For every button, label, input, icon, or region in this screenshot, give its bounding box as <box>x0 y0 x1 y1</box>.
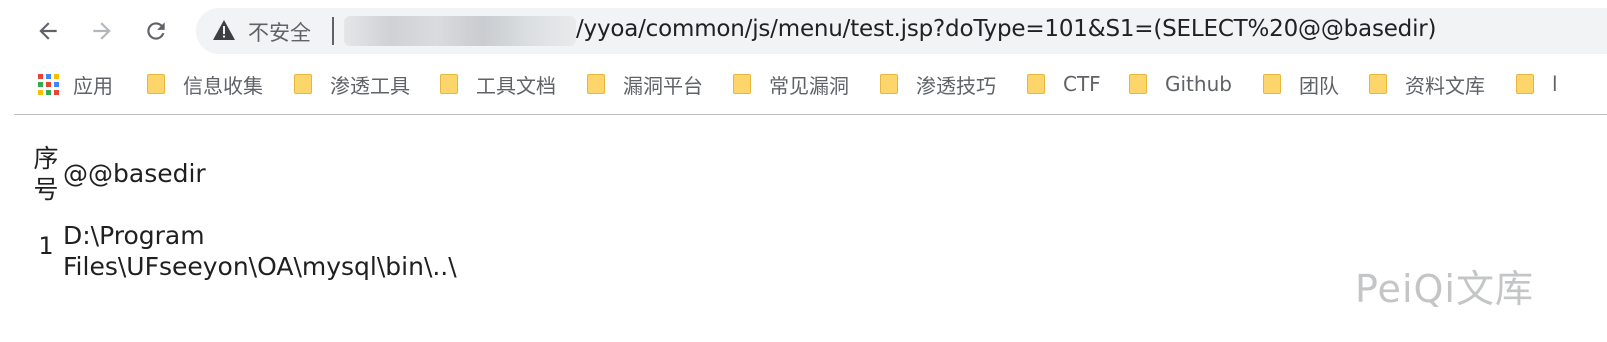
bookmark-folder[interactable]: 信息收集 <box>147 68 263 100</box>
folder-icon <box>1129 74 1147 94</box>
reload-button[interactable] <box>138 13 174 49</box>
browser-toolbar: 不安全 /yyoa/common/js/menu/test.jsp?doType… <box>0 4 1607 58</box>
bookmark-label: 常见漏洞 <box>769 73 849 98</box>
bookmark-folder[interactable]: 渗透工具 <box>294 68 410 100</box>
bookmark-folder[interactable]: CTF <box>1027 68 1101 100</box>
bookmark-label: 资料文库 <box>1405 73 1485 98</box>
bookmark-folder[interactable]: 资料文库 <box>1369 68 1485 100</box>
security-label[interactable]: 不安全 <box>248 17 311 47</box>
folder-icon <box>1369 74 1387 94</box>
row-value: D:\Program Files\UFseeyon\OA\mysql\bin\.… <box>63 221 457 281</box>
forward-arrow-icon <box>93 22 111 40</box>
bookmark-label: 信息收集 <box>183 73 263 98</box>
folder-icon <box>1263 74 1281 94</box>
bookmark-label: 渗透技巧 <box>916 73 996 98</box>
table-row: 1 D:\Program Files\UFseeyon\OA\mysql\bin… <box>32 208 484 283</box>
column-header-index: 序号 <box>33 144 59 204</box>
bookmark-folder[interactable]: 工具文档 <box>440 68 556 100</box>
table-header-row: 序号 @@basedir <box>32 141 484 206</box>
reload-icon <box>147 22 165 40</box>
bookmark-label: 应用 <box>73 73 113 98</box>
address-separator <box>332 17 334 45</box>
bookmark-label: Github <box>1165 72 1232 96</box>
bookmark-apps[interactable]: 应用 <box>38 68 113 100</box>
bookmark-folder[interactable]: l <box>1516 68 1558 100</box>
folder-icon <box>1027 74 1045 94</box>
bookmark-label: 工具文档 <box>476 73 556 98</box>
bookmarks-bar: 应用 信息收集 渗透工具 工具文档 漏洞平台 常见漏洞 渗透技巧 CTF Git… <box>0 64 1607 104</box>
folder-icon <box>294 74 312 94</box>
back-button[interactable] <box>30 13 66 49</box>
bookmark-folder[interactable]: Github <box>1129 68 1232 100</box>
bookmark-folder[interactable]: 常见漏洞 <box>733 68 849 100</box>
folder-icon <box>733 74 751 94</box>
folder-icon <box>587 74 605 94</box>
forward-button[interactable] <box>84 13 120 49</box>
result-table: 序号 @@basedir 1 D:\Program Files\UFseeyon… <box>30 139 486 285</box>
back-arrow-icon <box>39 22 57 40</box>
folder-icon <box>880 74 898 94</box>
apps-grid-icon <box>38 73 59 95</box>
watermark: PeiQi文库 <box>1355 267 1534 311</box>
column-header-basedir: @@basedir <box>63 159 206 188</box>
bookmark-label: 渗透工具 <box>330 73 410 98</box>
url-text[interactable]: /yyoa/common/js/menu/test.jsp?doType=101… <box>576 16 1436 42</box>
bookmark-folder[interactable]: 团队 <box>1263 68 1339 100</box>
folder-icon <box>440 74 458 94</box>
bookmark-label: 团队 <box>1299 73 1339 98</box>
bookmark-label: l <box>1552 72 1558 96</box>
bookmark-label: CTF <box>1063 72 1101 96</box>
row-index: 1 <box>38 231 54 260</box>
bookmark-label: 漏洞平台 <box>623 73 703 98</box>
bookmark-folder[interactable]: 漏洞平台 <box>587 68 703 100</box>
bookmark-folder[interactable]: 渗透技巧 <box>880 68 996 100</box>
address-bar[interactable]: 不安全 /yyoa/common/js/menu/test.jsp?doType… <box>196 8 1607 54</box>
browser-chrome: 不安全 /yyoa/common/js/menu/test.jsp?doType… <box>0 0 1607 118</box>
folder-icon <box>147 74 165 94</box>
redacted-host <box>344 16 576 46</box>
folder-icon <box>1516 74 1534 94</box>
warning-icon <box>213 20 235 40</box>
